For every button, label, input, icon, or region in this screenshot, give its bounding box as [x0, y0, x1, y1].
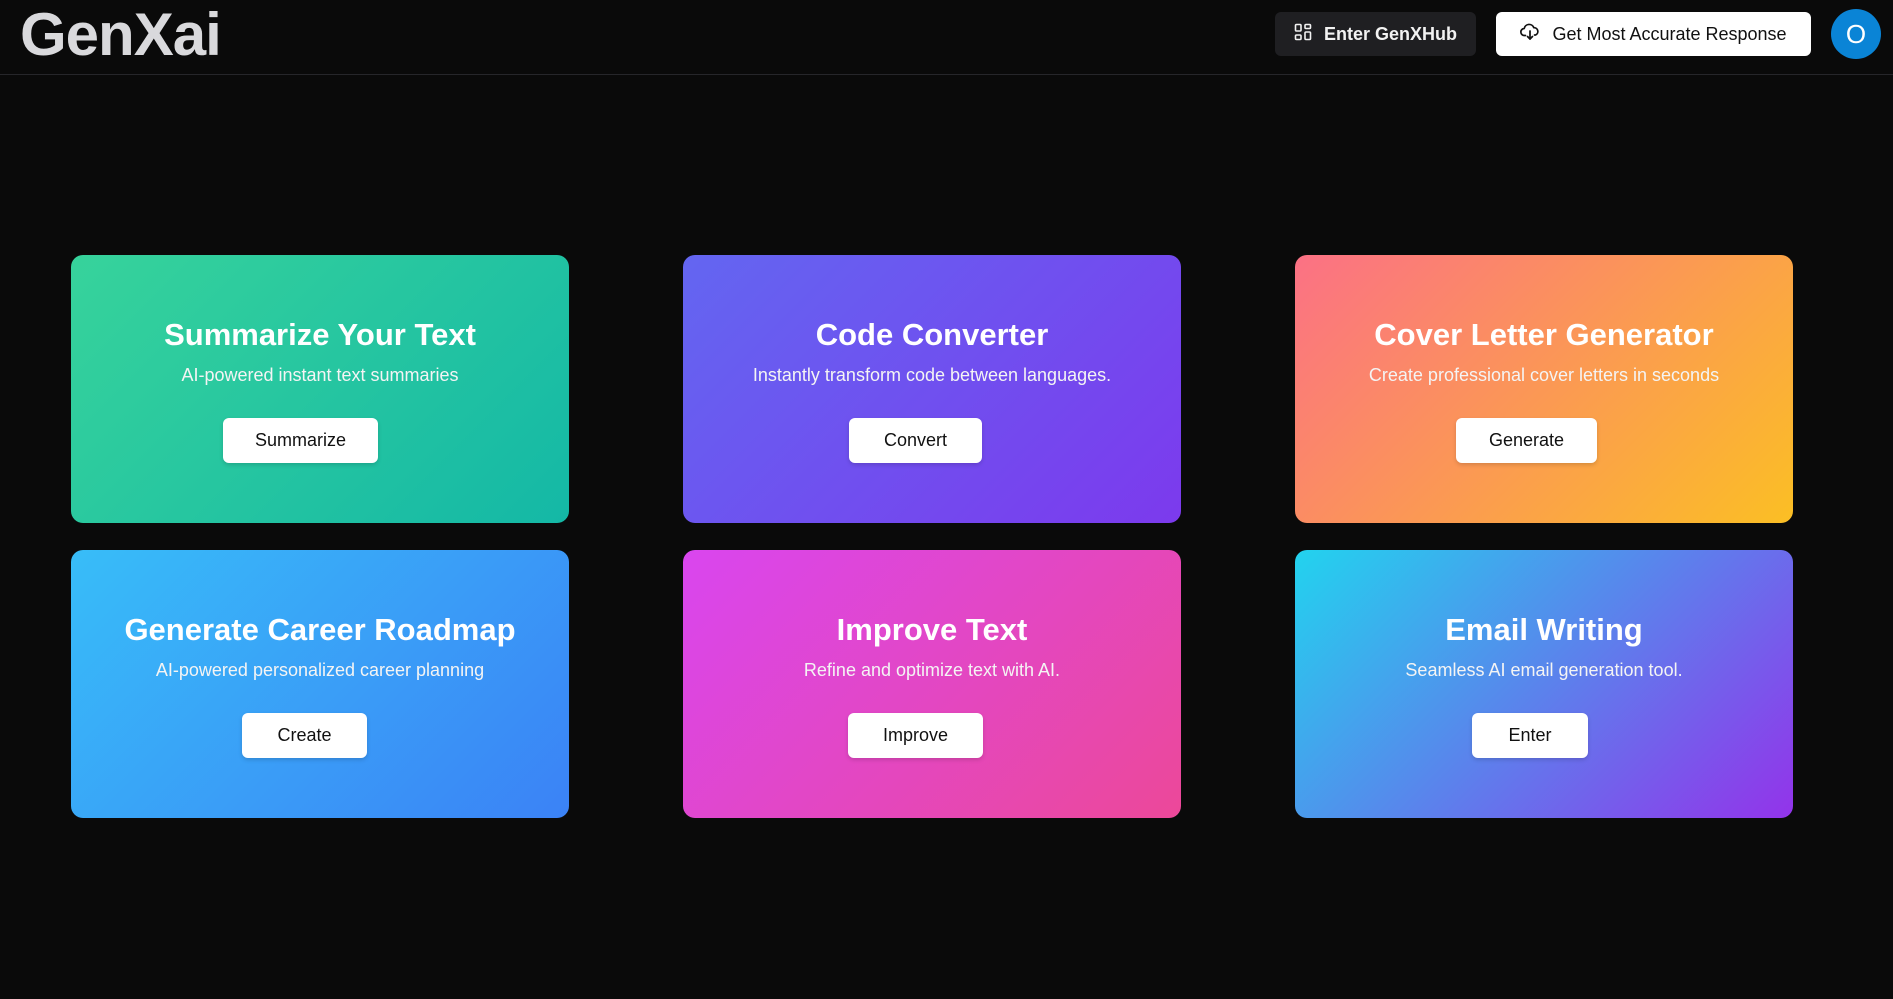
convert-button[interactable]: Convert: [849, 418, 982, 463]
card-subtitle: Refine and optimize text with AI.: [803, 660, 1061, 680]
enter-genxhub-label: Enter GenXHub: [1323, 23, 1457, 44]
card-title: Email Writing: [1445, 612, 1643, 647]
cloud-download-icon: [1520, 23, 1540, 46]
card-career-roadmap: Generate Career Roadmap AI-powered perso…: [71, 550, 569, 818]
card-subtitle: Instantly transform code between languag…: [752, 365, 1112, 385]
card-improve-text: Improve Text Refine and optimize text wi…: [683, 550, 1181, 818]
create-button[interactable]: Create: [242, 713, 367, 758]
card-title: Summarize Your Text: [164, 317, 476, 352]
card-title: Cover Letter Generator: [1374, 317, 1714, 352]
card-code-converter: Code Converter Instantly transform code …: [683, 255, 1181, 523]
card-cover-letter: Cover Letter Generator Create profession…: [1295, 255, 1793, 523]
card-title: Generate Career Roadmap: [124, 612, 516, 647]
grid-icon: [1294, 23, 1312, 46]
get-accurate-response-button[interactable]: Get Most Accurate Response: [1496, 12, 1811, 56]
generate-button[interactable]: Generate: [1456, 418, 1597, 463]
app-logo[interactable]: GenXai: [20, 2, 222, 68]
summarize-button[interactable]: Summarize: [223, 418, 378, 463]
card-title: Code Converter: [815, 317, 1049, 352]
get-accurate-response-label: Get Most Accurate Response: [1552, 23, 1787, 44]
card-summarize: Summarize Your Text AI-powered instant t…: [71, 255, 569, 523]
card-email-writing: Email Writing Seamless AI email generati…: [1295, 550, 1793, 818]
card-subtitle: AI-powered instant text summaries: [181, 365, 459, 385]
card-title: Improve Text: [836, 612, 1028, 647]
improve-button[interactable]: Improve: [848, 713, 983, 758]
enter-button[interactable]: Enter: [1472, 713, 1588, 758]
card-subtitle: AI-powered personalized career planning: [155, 660, 485, 680]
card-subtitle: Create professional cover letters in sec…: [1368, 365, 1720, 385]
user-avatar[interactable]: O: [1831, 9, 1881, 59]
card-subtitle: Seamless AI email generation tool.: [1405, 660, 1683, 680]
top-header: GenXai Enter GenXHub Get Most Accurate R…: [0, 0, 1893, 75]
enter-genxhub-button[interactable]: Enter GenXHub: [1275, 12, 1476, 56]
